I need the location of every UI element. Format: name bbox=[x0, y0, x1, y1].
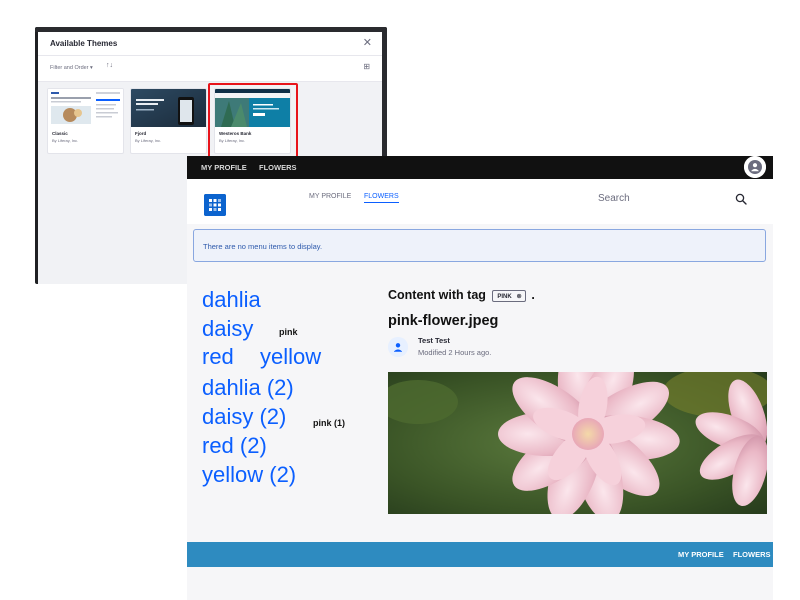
remove-tag-icon[interactable]: ⊗ bbox=[516, 293, 521, 300]
sort-icon[interactable]: ↑↓ bbox=[106, 62, 113, 69]
dialog-title: Available Themes bbox=[50, 39, 118, 48]
selected-tag-label: PINK bbox=[497, 294, 512, 300]
alert-message: There are no menu items to display. bbox=[203, 242, 323, 251]
tag-count-yellow[interactable]: yellow (2) bbox=[202, 462, 296, 488]
theme-name: Westeros Bank bbox=[219, 131, 252, 136]
content-with-tag-heading: Content with tag PINK ⊗ . bbox=[388, 288, 535, 302]
top-nav-flowers[interactable]: FLOWERS bbox=[259, 163, 297, 172]
tag-cloud-dahlia[interactable]: dahlia bbox=[202, 287, 261, 313]
site-logo-icon[interactable] bbox=[204, 194, 226, 216]
user-avatar-icon[interactable] bbox=[744, 156, 766, 178]
top-navigation-bar: MY PROFILE FLOWERS bbox=[187, 156, 773, 179]
tag-count-dahlia[interactable]: dahlia (2) bbox=[202, 375, 294, 401]
filter-and-order-dropdown[interactable]: Filter and Order ▾ bbox=[50, 65, 93, 71]
dialog-toolbar: Filter and Order ▾ ↑↓ ⊞ bbox=[38, 56, 382, 82]
theme-card-westeros-bank[interactable]: Westeros Bank By Liferay, Inc. bbox=[214, 88, 291, 154]
footer-nav-flowers[interactable]: FLOWERS bbox=[733, 550, 771, 559]
search-input[interactable]: Search bbox=[598, 193, 630, 204]
main-nav-my-profile[interactable]: MY PROFILE bbox=[309, 193, 351, 200]
site-page-window: MY PROFILE FLOWERS MY PROFILE FLOWERS Se… bbox=[187, 156, 773, 600]
asset-title[interactable]: pink-flower.jpeg bbox=[388, 313, 498, 329]
modified-date: Modified 2 Hours ago. bbox=[418, 348, 492, 357]
pink-flower-image[interactable] bbox=[388, 372, 767, 514]
tag-cloud-yellow[interactable]: yellow bbox=[260, 344, 321, 370]
heading-period: . bbox=[531, 288, 535, 302]
tag-count-pink[interactable]: pink (1) bbox=[313, 418, 345, 428]
tag-cloud-red[interactable]: red bbox=[202, 344, 234, 370]
author-avatar-icon bbox=[388, 337, 408, 357]
dialog-header: Available Themes ✕ bbox=[38, 32, 382, 56]
top-nav-my-profile[interactable]: MY PROFILE bbox=[201, 163, 247, 172]
close-icon[interactable]: ✕ bbox=[363, 36, 372, 49]
theme-thumbnail-fjord bbox=[131, 89, 206, 127]
theme-card-fjord[interactable]: Fjord By Liferay, Inc. bbox=[130, 88, 207, 154]
theme-author: By Liferay, Inc. bbox=[219, 138, 246, 143]
footer-navigation-bar: MY PROFILE FLOWERS bbox=[187, 542, 773, 567]
main-nav-flowers[interactable]: FLOWERS bbox=[364, 193, 399, 203]
no-menu-items-alert: There are no menu items to display. bbox=[193, 229, 766, 262]
theme-name: Fjord bbox=[135, 131, 147, 136]
tag-count-daisy[interactable]: daisy (2) bbox=[202, 404, 286, 430]
selected-tag-chip[interactable]: PINK ⊗ bbox=[492, 290, 526, 302]
search-icon[interactable] bbox=[735, 192, 747, 205]
tag-cloud-daisy[interactable]: daisy bbox=[202, 316, 253, 342]
heading-text: Content with tag bbox=[388, 288, 486, 302]
theme-thumbnail-classic bbox=[48, 89, 123, 127]
theme-card-classic[interactable]: Classic By Liferay, Inc. bbox=[47, 88, 124, 154]
theme-author: By Liferay, Inc. bbox=[135, 138, 162, 143]
tag-cloud-pink[interactable]: pink bbox=[279, 327, 298, 337]
footer-nav-my-profile[interactable]: MY PROFILE bbox=[678, 550, 724, 559]
theme-author: By Liferay, Inc. bbox=[52, 138, 79, 143]
tag-count-red[interactable]: red (2) bbox=[202, 433, 267, 459]
author-name: Test Test bbox=[418, 336, 450, 345]
theme-thumbnail-westeros-bank bbox=[215, 89, 290, 127]
site-header: MY PROFILE FLOWERS Search bbox=[187, 179, 773, 224]
theme-name: Classic bbox=[52, 131, 68, 136]
grid-view-icon[interactable]: ⊞ bbox=[363, 62, 370, 71]
